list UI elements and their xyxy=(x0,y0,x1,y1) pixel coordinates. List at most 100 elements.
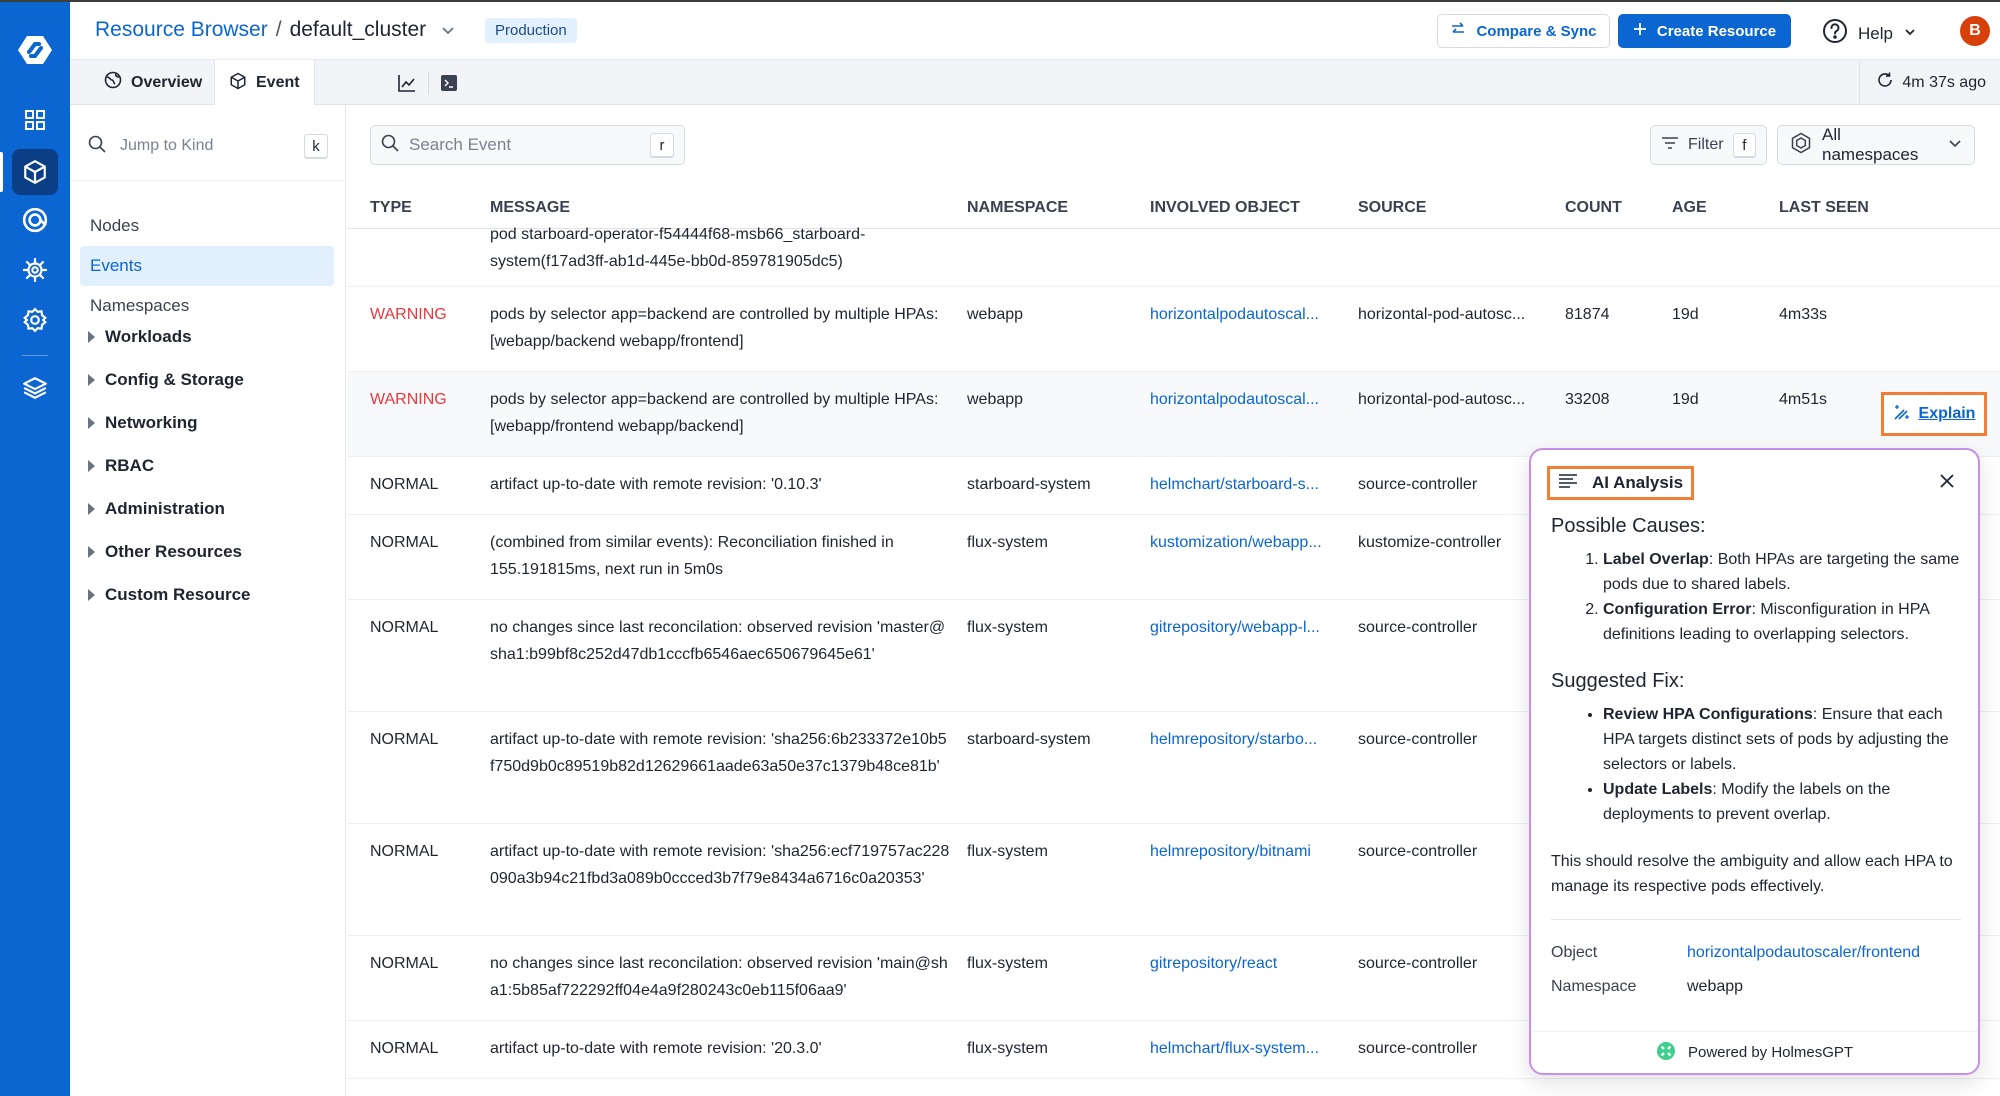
namespace-select[interactable]: All namespaces xyxy=(1777,125,1975,165)
row-involved-object-link[interactable]: kustomization/webapp... xyxy=(1150,529,1322,556)
filter-shortcut-key: f xyxy=(1732,133,1756,157)
layers-stack-icon[interactable] xyxy=(17,370,53,406)
table-row[interactable]: WARNING pods by selector app=backend are… xyxy=(347,372,2000,457)
event-cube-icon xyxy=(229,72,247,95)
jump-to-kind-input[interactable]: Jump to Kind k xyxy=(88,131,328,161)
rail-divider xyxy=(22,355,48,356)
compare-sync-button[interactable]: Compare & Sync xyxy=(1437,14,1610,48)
caret-right-icon xyxy=(88,546,95,558)
refresh-time: 4m 37s ago xyxy=(1902,73,1986,91)
text-lines-icon xyxy=(1558,473,1578,494)
column-involved-object[interactable]: INVOLVED OBJECT xyxy=(1150,199,1300,217)
nav-item-events[interactable]: Events xyxy=(80,246,334,286)
row-source: source-controller xyxy=(1358,955,1478,972)
breadcrumb-separator: / xyxy=(275,18,282,41)
possible-causes-heading: Possible Causes: xyxy=(1551,515,1706,537)
column-age[interactable]: AGE xyxy=(1672,199,1707,217)
search-event-input[interactable]: Search Event r xyxy=(370,125,685,165)
row-source: horizontal-pod-autosc... xyxy=(1358,391,1526,408)
column-source[interactable]: SOURCE xyxy=(1358,199,1426,217)
column-last-seen[interactable]: LAST SEEN xyxy=(1779,199,1869,217)
row-age: 19d xyxy=(1672,306,1699,323)
nav-group-rbac[interactable]: RBAC xyxy=(88,456,154,476)
row-involved-object-link[interactable]: helmchart/flux-system... xyxy=(1150,1035,1319,1062)
nav-group-config-storage[interactable]: Config & Storage xyxy=(88,370,244,390)
app-logo-icon[interactable] xyxy=(15,30,55,70)
row-involved-object-link[interactable]: helmrepository/bitnami xyxy=(1150,838,1311,865)
apps-grid-icon[interactable] xyxy=(17,102,53,138)
nav-group-networking[interactable]: Networking xyxy=(88,413,198,433)
help-label: Help xyxy=(1858,23,1893,43)
causes-list: Label Overlap: Both HPAs are targeting t… xyxy=(1551,547,1961,647)
row-type: NORMAL xyxy=(370,731,439,748)
nav-group-other-resources[interactable]: Other Resources xyxy=(88,542,242,562)
row-involved-object-link[interactable]: helmrepository/starbo... xyxy=(1150,726,1317,753)
row-involved-object-link[interactable]: horizontalpodautoscal... xyxy=(1150,386,1319,413)
tab-overview[interactable]: Overview xyxy=(90,60,216,105)
fix-item: Review HPA Configurations: Ensure that e… xyxy=(1603,702,1961,777)
row-involved-object-link[interactable]: helmchart/starboard-s... xyxy=(1150,471,1319,498)
row-source: source-controller xyxy=(1358,843,1478,860)
meta-object-link[interactable]: horizontalpodautoscaler/frontend xyxy=(1687,936,1920,970)
filter-button[interactable]: Filter f xyxy=(1650,125,1767,165)
column-count[interactable]: COUNT xyxy=(1565,199,1622,217)
tab-terminal-icon[interactable] xyxy=(426,60,472,105)
overview-globe-icon xyxy=(104,71,122,94)
help-menu[interactable]: Help xyxy=(1822,18,1917,49)
row-namespace: starboard-system xyxy=(967,731,1091,748)
resource-nav: Jump to Kind k Nodes Events Namespaces W… xyxy=(70,105,346,1096)
tab-event[interactable]: Event xyxy=(214,60,315,106)
help-chevron-down-icon xyxy=(1903,24,1917,44)
nav-item-nodes[interactable]: Nodes xyxy=(80,206,334,246)
row-involved-object-link[interactable]: gitrepository/react xyxy=(1150,950,1277,977)
close-icon[interactable] xyxy=(1938,472,1956,495)
helm-wheel-icon[interactable] xyxy=(17,252,53,288)
row-type: NORMAL xyxy=(370,843,439,860)
row-source: source-controller xyxy=(1358,731,1478,748)
refresh-status[interactable]: 4m 37s ago xyxy=(1859,60,2000,105)
settings-gear-icon[interactable] xyxy=(17,302,53,338)
create-resource-button[interactable]: Create Resource xyxy=(1618,14,1791,48)
user-avatar[interactable]: B xyxy=(1960,16,1990,46)
nav-item-namespaces[interactable]: Namespaces xyxy=(80,286,334,326)
row-source: source-controller xyxy=(1358,476,1478,493)
caret-right-icon xyxy=(88,589,95,601)
row-message: no changes since last reconcilation: obs… xyxy=(490,619,946,663)
row-type: WARNING xyxy=(370,391,447,408)
cluster-chevron-down-icon[interactable] xyxy=(440,22,456,38)
plus-icon xyxy=(1633,22,1647,40)
explain-button[interactable]: Explain xyxy=(1881,392,1987,436)
row-message: artifact up-to-date with remote revision… xyxy=(490,1040,822,1057)
tab-monitoring-chart-icon[interactable] xyxy=(384,60,430,105)
cluster-name[interactable]: default_cluster xyxy=(290,18,427,42)
column-message[interactable]: MESSAGE xyxy=(490,199,570,217)
row-involved-object-link[interactable]: gitrepository/webapp-l... xyxy=(1150,614,1320,641)
row-message: (combined from similar events): Reconcil… xyxy=(490,534,894,578)
magic-wand-sparkle-icon xyxy=(1893,403,1911,426)
help-question-icon xyxy=(1822,18,1848,49)
table-row[interactable]: WARNING pods by selector app=backend are… xyxy=(347,287,2000,372)
nav-group-administration[interactable]: Administration xyxy=(88,499,225,519)
tab-event-label: Event xyxy=(256,74,300,91)
refresh-icon xyxy=(1876,71,1894,94)
row-message: pods by selector app=backend are control… xyxy=(490,306,939,350)
holmesgpt-logo-icon xyxy=(1656,1041,1676,1065)
column-namespace[interactable]: NAMESPACE xyxy=(967,199,1068,217)
row-namespace: webapp xyxy=(967,391,1024,408)
row-age: 19d xyxy=(1672,391,1699,408)
resource-browser-cube-icon[interactable] xyxy=(12,149,58,195)
nav-group-label: Other Resources xyxy=(105,542,242,561)
security-target-icon[interactable] xyxy=(17,202,53,238)
column-type[interactable]: TYPE xyxy=(370,199,412,217)
row-type: NORMAL xyxy=(370,955,439,972)
nav-group-label: Custom Resource xyxy=(105,585,251,604)
nav-group-workloads[interactable]: Workloads xyxy=(88,327,192,347)
row-message: artifact up-to-date with remote revision… xyxy=(490,843,950,887)
table-row[interactable]: pod starboard-operator-f54444f68-msb66_s… xyxy=(347,217,2000,287)
row-involved-object-link[interactable]: horizontalpodautoscal... xyxy=(1150,301,1319,328)
filter-lines-icon xyxy=(1661,136,1679,155)
explain-label: Explain xyxy=(1918,405,1976,422)
nav-group-custom-resource[interactable]: Custom Resource xyxy=(88,585,250,605)
breadcrumb-resource-browser[interactable]: Resource Browser xyxy=(95,18,268,42)
fix-title: Update Labels xyxy=(1603,781,1713,798)
